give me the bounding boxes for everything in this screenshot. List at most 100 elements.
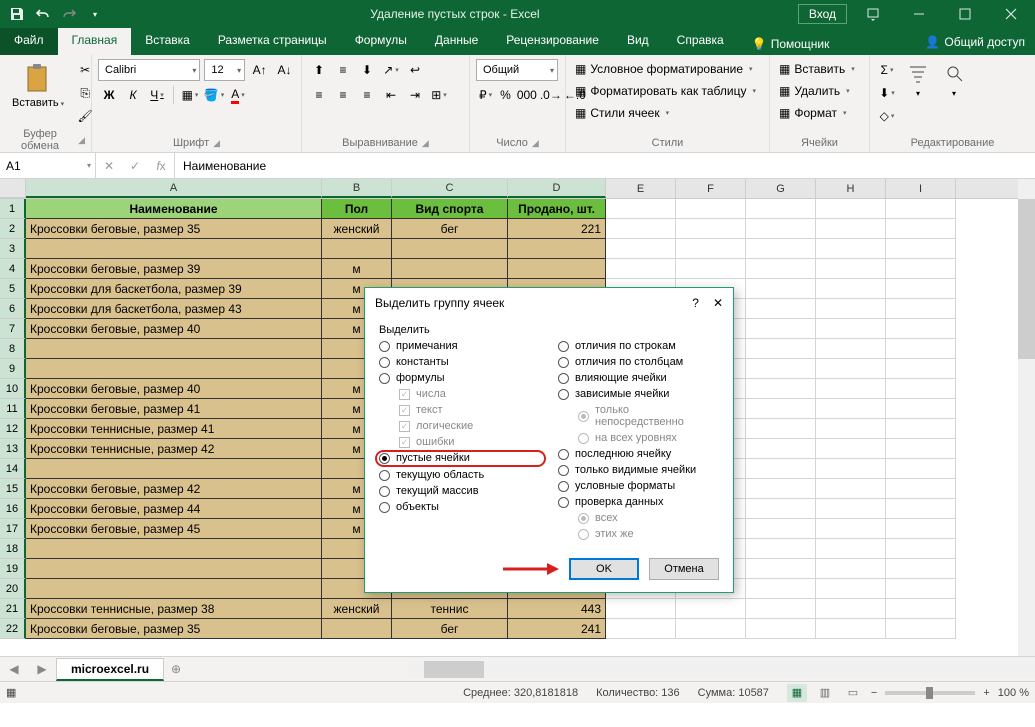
empty-cell[interactable] (886, 579, 956, 599)
empty-cell[interactable] (816, 339, 886, 359)
empty-cell[interactable] (746, 459, 816, 479)
align-right-icon[interactable]: ≡ (356, 84, 378, 106)
row-header[interactable]: 4 (0, 259, 26, 279)
data-cell[interactable] (26, 539, 322, 559)
align-middle-icon[interactable]: ≡ (332, 59, 354, 81)
paste-button[interactable]: Вставить (6, 59, 70, 127)
empty-cell[interactable] (886, 479, 956, 499)
row-header[interactable]: 20 (0, 579, 26, 599)
data-cell[interactable]: Кроссовки теннисные, размер 42 (26, 439, 322, 459)
align-left-icon[interactable]: ≡ (308, 84, 330, 106)
row-header[interactable]: 1 (0, 199, 26, 219)
sheet-tab[interactable]: microexcel.ru (56, 658, 164, 681)
data-cell[interactable]: Кроссовки беговые, размер 40 (26, 379, 322, 399)
col-header-F[interactable]: F (676, 179, 746, 198)
empty-cell[interactable] (746, 559, 816, 579)
empty-cell[interactable] (746, 399, 816, 419)
wrap-text-icon[interactable]: ↩ (404, 59, 426, 81)
login-button[interactable]: Вход (798, 4, 847, 24)
empty-cell[interactable] (606, 199, 676, 219)
insert-cells-button[interactable]: ▦Вставить (776, 59, 863, 79)
data-cell[interactable]: Кроссовки беговые, размер 35 (26, 219, 322, 239)
empty-cell[interactable] (816, 459, 886, 479)
cell-styles-button[interactable]: ▦Стили ячеек (572, 103, 763, 123)
bold-button[interactable]: Ж (98, 84, 120, 106)
data-cell[interactable] (26, 359, 322, 379)
empty-cell[interactable] (816, 599, 886, 619)
data-cell[interactable] (322, 619, 392, 639)
font-color-icon[interactable]: A (227, 84, 249, 106)
col-header-B[interactable]: B (322, 179, 392, 198)
empty-cell[interactable] (886, 259, 956, 279)
share-button[interactable]: 👤Общий доступ (925, 35, 1025, 49)
tab-view[interactable]: Вид (613, 28, 663, 55)
grow-font-icon[interactable]: A↑ (249, 59, 270, 81)
empty-cell[interactable] (746, 239, 816, 259)
row-header[interactable]: 10 (0, 379, 26, 399)
view-pagebreak-icon[interactable]: ▭ (843, 684, 863, 702)
close-icon[interactable] (991, 0, 1031, 28)
zoom-slider[interactable] (885, 691, 975, 695)
align-center-icon[interactable]: ≡ (332, 84, 354, 106)
cancel-button[interactable]: Отмена (649, 558, 719, 580)
view-pagelayout-icon[interactable]: ▥ (815, 684, 835, 702)
empty-cell[interactable] (746, 479, 816, 499)
option-validation[interactable]: проверка данных (558, 496, 719, 508)
record-macro-icon[interactable]: ▦ (6, 686, 26, 699)
format-cells-button[interactable]: ▦Формат (776, 103, 863, 123)
option-blanks[interactable]: пустые ячейки (379, 452, 470, 464)
col-header-A[interactable]: A (26, 179, 322, 198)
data-cell[interactable]: бег (392, 619, 508, 639)
empty-cell[interactable] (746, 539, 816, 559)
autosum-icon[interactable]: Σ (876, 59, 898, 81)
fx-icon[interactable]: fx (148, 153, 174, 178)
empty-cell[interactable] (816, 559, 886, 579)
empty-cell[interactable] (746, 579, 816, 599)
col-header-C[interactable]: C (392, 179, 508, 198)
empty-cell[interactable] (746, 279, 816, 299)
option-cond-formats[interactable]: условные форматы (558, 480, 719, 492)
empty-cell[interactable] (606, 239, 676, 259)
empty-cell[interactable] (746, 259, 816, 279)
empty-cell[interactable] (886, 379, 956, 399)
format-as-table-button[interactable]: ▦Форматировать как таблицу (572, 81, 763, 101)
select-all-corner[interactable] (0, 179, 26, 198)
empty-cell[interactable] (816, 499, 886, 519)
minimize-icon[interactable] (899, 0, 939, 28)
empty-cell[interactable] (886, 619, 956, 639)
row-header[interactable]: 21 (0, 599, 26, 619)
row-header[interactable]: 15 (0, 479, 26, 499)
data-cell[interactable]: Кроссовки беговые, размер 45 (26, 519, 322, 539)
merge-icon[interactable]: ⊞ (428, 84, 450, 106)
empty-cell[interactable] (886, 359, 956, 379)
comma-icon[interactable]: 000 (516, 84, 538, 106)
empty-cell[interactable] (816, 399, 886, 419)
empty-cell[interactable] (746, 519, 816, 539)
dialog-close-icon[interactable]: ✕ (713, 296, 723, 310)
row-header[interactable]: 6 (0, 299, 26, 319)
data-cell[interactable]: теннис (392, 599, 508, 619)
header-cell[interactable]: Продано, шт. (508, 199, 606, 219)
data-cell[interactable]: 241 (508, 619, 606, 639)
row-header[interactable]: 13 (0, 439, 26, 459)
clear-icon[interactable]: ◇ (876, 105, 898, 127)
fill-color-icon[interactable]: 🪣 (203, 84, 225, 106)
col-header-H[interactable]: H (816, 179, 886, 198)
empty-cell[interactable] (816, 259, 886, 279)
empty-cell[interactable] (886, 339, 956, 359)
row-header[interactable]: 8 (0, 339, 26, 359)
data-cell[interactable] (508, 259, 606, 279)
empty-cell[interactable] (606, 619, 676, 639)
percent-icon[interactable]: % (497, 84, 514, 106)
empty-cell[interactable] (816, 619, 886, 639)
empty-cell[interactable] (676, 239, 746, 259)
row-header[interactable]: 2 (0, 219, 26, 239)
row-header[interactable]: 17 (0, 519, 26, 539)
empty-cell[interactable] (816, 279, 886, 299)
dialog-help-icon[interactable]: ? (692, 296, 699, 310)
empty-cell[interactable] (886, 239, 956, 259)
empty-cell[interactable] (886, 499, 956, 519)
empty-cell[interactable] (676, 199, 746, 219)
zoom-out-icon[interactable]: − (871, 687, 877, 699)
underline-button[interactable]: Ч (146, 84, 168, 106)
